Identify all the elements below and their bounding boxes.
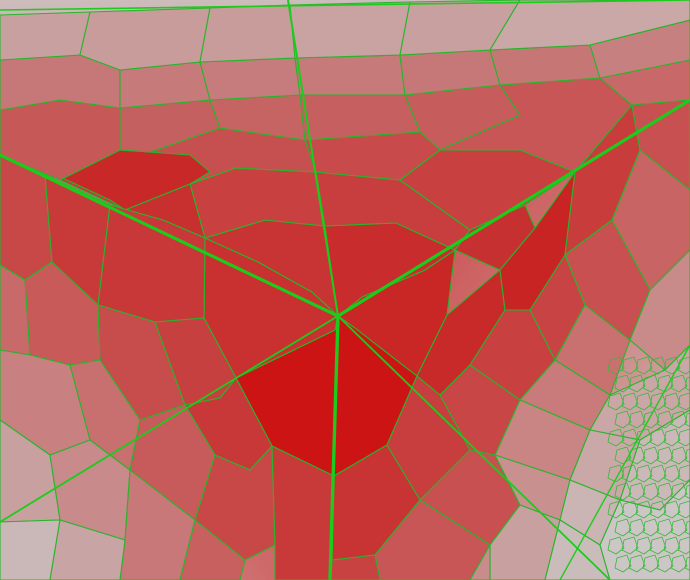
- mesh-cell: [0, 11, 91, 61]
- mesh-canvas[interactable]: [0, 0, 690, 580]
- mesh-cell: [199, 4, 296, 63]
- corner-vertex: [335, 313, 341, 319]
- mesh-cell: [299, 94, 421, 141]
- mesh-cell: [489, 44, 601, 86]
- mesh-cell: [199, 57, 301, 101]
- mesh-viewport[interactable]: [0, 0, 690, 580]
- mesh-cell: [294, 54, 406, 96]
- mesh-cells: [0, 0, 690, 580]
- mesh-cell: [79, 7, 211, 71]
- mesh-cell: [289, 1, 411, 59]
